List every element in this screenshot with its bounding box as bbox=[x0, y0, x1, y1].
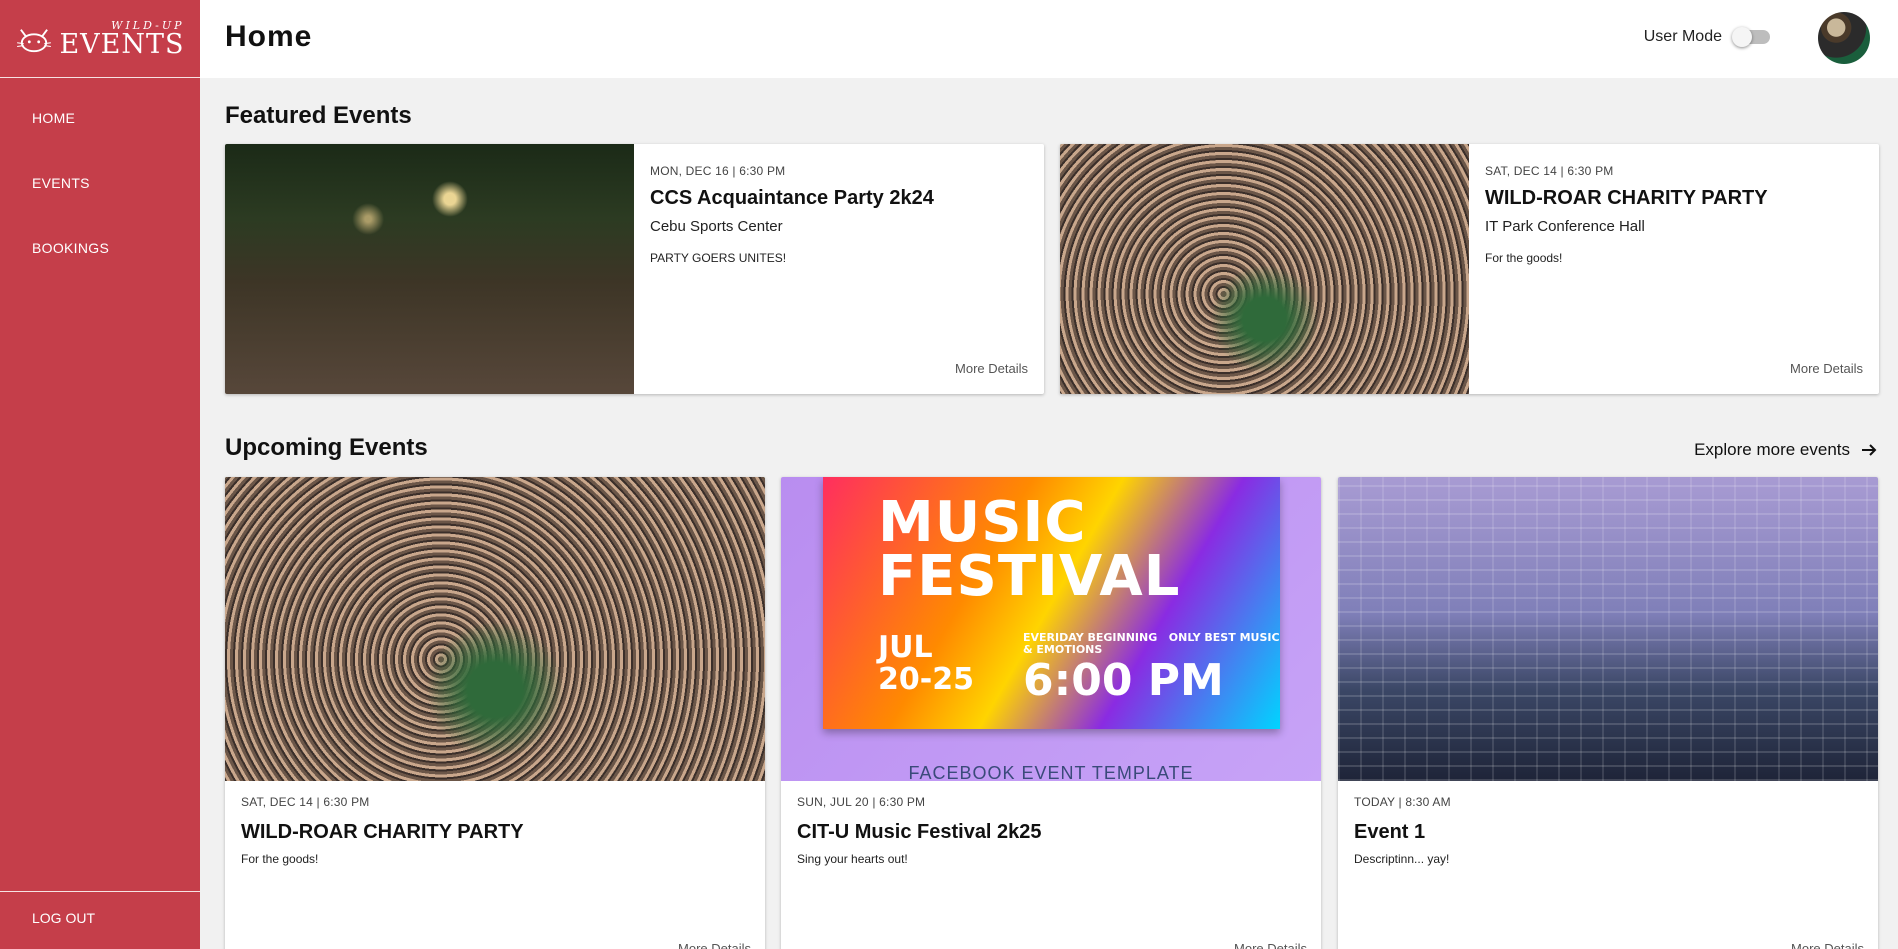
logo-big-text: EVENTS bbox=[59, 28, 185, 60]
poster-line2: FESTIVAL bbox=[878, 544, 1181, 609]
poster-month: JUL bbox=[878, 630, 933, 665]
more-details-link[interactable]: More Details bbox=[678, 941, 751, 949]
sidebar-item-bookings[interactable]: BOOKINGS bbox=[0, 230, 200, 295]
app-root: WILD-UP EVENTS HOME EVENTS BOOKINGS LOG … bbox=[0, 0, 1898, 949]
event-description: For the goods! bbox=[241, 852, 319, 866]
top-header: Home User Mode bbox=[200, 0, 1898, 78]
event-date: SAT, DEC 14 | 6:30 PM bbox=[241, 795, 370, 809]
user-mode-toggle[interactable] bbox=[1732, 27, 1770, 47]
event-venue: Cebu Sports Center bbox=[650, 218, 783, 235]
avatar[interactable] bbox=[1818, 12, 1870, 64]
event-description: Descriptinn... yay! bbox=[1354, 852, 1450, 866]
event-image bbox=[225, 477, 765, 781]
more-details-link[interactable]: More Details bbox=[1234, 941, 1307, 949]
event-image bbox=[1060, 144, 1469, 394]
event-title: Event 1 bbox=[1354, 821, 1426, 843]
poster-line1: MUSIC bbox=[878, 490, 1087, 555]
event-image bbox=[1338, 477, 1878, 781]
more-details-link[interactable]: More Details bbox=[955, 361, 1028, 376]
toggle-knob bbox=[1732, 27, 1752, 47]
event-date: MON, DEC 16 | 6:30 PM bbox=[650, 164, 786, 178]
sidebar-item-events[interactable]: EVENTS bbox=[0, 165, 200, 230]
upcoming-card[interactable]: SAT, DEC 14 | 6:30 PM WILD-ROAR CHARITY … bbox=[225, 477, 765, 949]
event-image: MUSIC FESTIVAL JUL 20-25 EVERIDAY BEGINN… bbox=[781, 477, 1321, 783]
logout-button[interactable]: LOG OUT bbox=[0, 891, 200, 949]
sidebar-nav: HOME EVENTS BOOKINGS bbox=[0, 78, 200, 295]
music-festival-poster: MUSIC FESTIVAL JUL 20-25 EVERIDAY BEGINN… bbox=[823, 477, 1280, 729]
poster-tag1: EVERIDAY BEGINNING bbox=[1023, 631, 1158, 644]
event-date: SAT, DEC 14 | 6:30 PM bbox=[1485, 164, 1614, 178]
poster-time: 6:00 PM bbox=[1023, 655, 1224, 706]
upcoming-section-title: Upcoming Events bbox=[225, 434, 428, 461]
event-venue: IT Park Conference Hall bbox=[1485, 218, 1645, 235]
cat-logo-icon bbox=[17, 28, 52, 52]
featured-section-title: Featured Events bbox=[225, 102, 412, 129]
event-description: Sing your hearts out! bbox=[797, 852, 908, 866]
upcoming-card[interactable]: MUSIC FESTIVAL JUL 20-25 EVERIDAY BEGINN… bbox=[781, 477, 1321, 949]
upcoming-card[interactable]: TODAY | 8:30 AM Event 1 Descriptinn... y… bbox=[1338, 477, 1878, 949]
arrow-right-icon bbox=[1862, 444, 1877, 456]
user-mode-label: User Mode bbox=[1643, 28, 1722, 45]
poster-tags: EVERIDAY BEGINNING ONLY BEST MUSIC & EMO… bbox=[1023, 631, 1280, 656]
event-image bbox=[225, 144, 634, 394]
explore-more-link[interactable]: Explore more events bbox=[1694, 440, 1878, 460]
event-title: WILD-ROAR CHARITY PARTY bbox=[1485, 187, 1768, 209]
page-title: Home bbox=[225, 20, 313, 53]
event-description: For the goods! bbox=[1485, 251, 1563, 265]
event-title: CCS Acquaintance Party 2k24 bbox=[650, 187, 934, 209]
event-title: CIT-U Music Festival 2k25 bbox=[797, 821, 1042, 843]
more-details-link[interactable]: More Details bbox=[1790, 361, 1863, 376]
featured-card[interactable]: MON, DEC 16 | 6:30 PM CCS Acquaintance P… bbox=[225, 144, 1044, 394]
event-title: WILD-ROAR CHARITY PARTY bbox=[241, 821, 524, 843]
app-logo[interactable]: WILD-UP EVENTS bbox=[0, 0, 200, 78]
poster-days: 20-25 bbox=[878, 661, 974, 697]
sidebar: WILD-UP EVENTS HOME EVENTS BOOKINGS LOG … bbox=[0, 0, 200, 949]
event-date: SUN, JUL 20 | 6:30 PM bbox=[797, 795, 926, 809]
event-description: PARTY GOERS UNITES! bbox=[650, 251, 787, 265]
featured-card[interactable]: SAT, DEC 14 | 6:30 PM WILD-ROAR CHARITY … bbox=[1060, 144, 1879, 394]
explore-label: Explore more events bbox=[1694, 440, 1850, 459]
user-mode-control: User Mode bbox=[1643, 27, 1770, 47]
poster-dates: JUL 20-25 bbox=[878, 632, 974, 695]
more-details-link[interactable]: More Details bbox=[1791, 941, 1864, 949]
event-date: TODAY | 8:30 AM bbox=[1354, 795, 1451, 809]
sidebar-item-home[interactable]: HOME bbox=[0, 100, 200, 165]
